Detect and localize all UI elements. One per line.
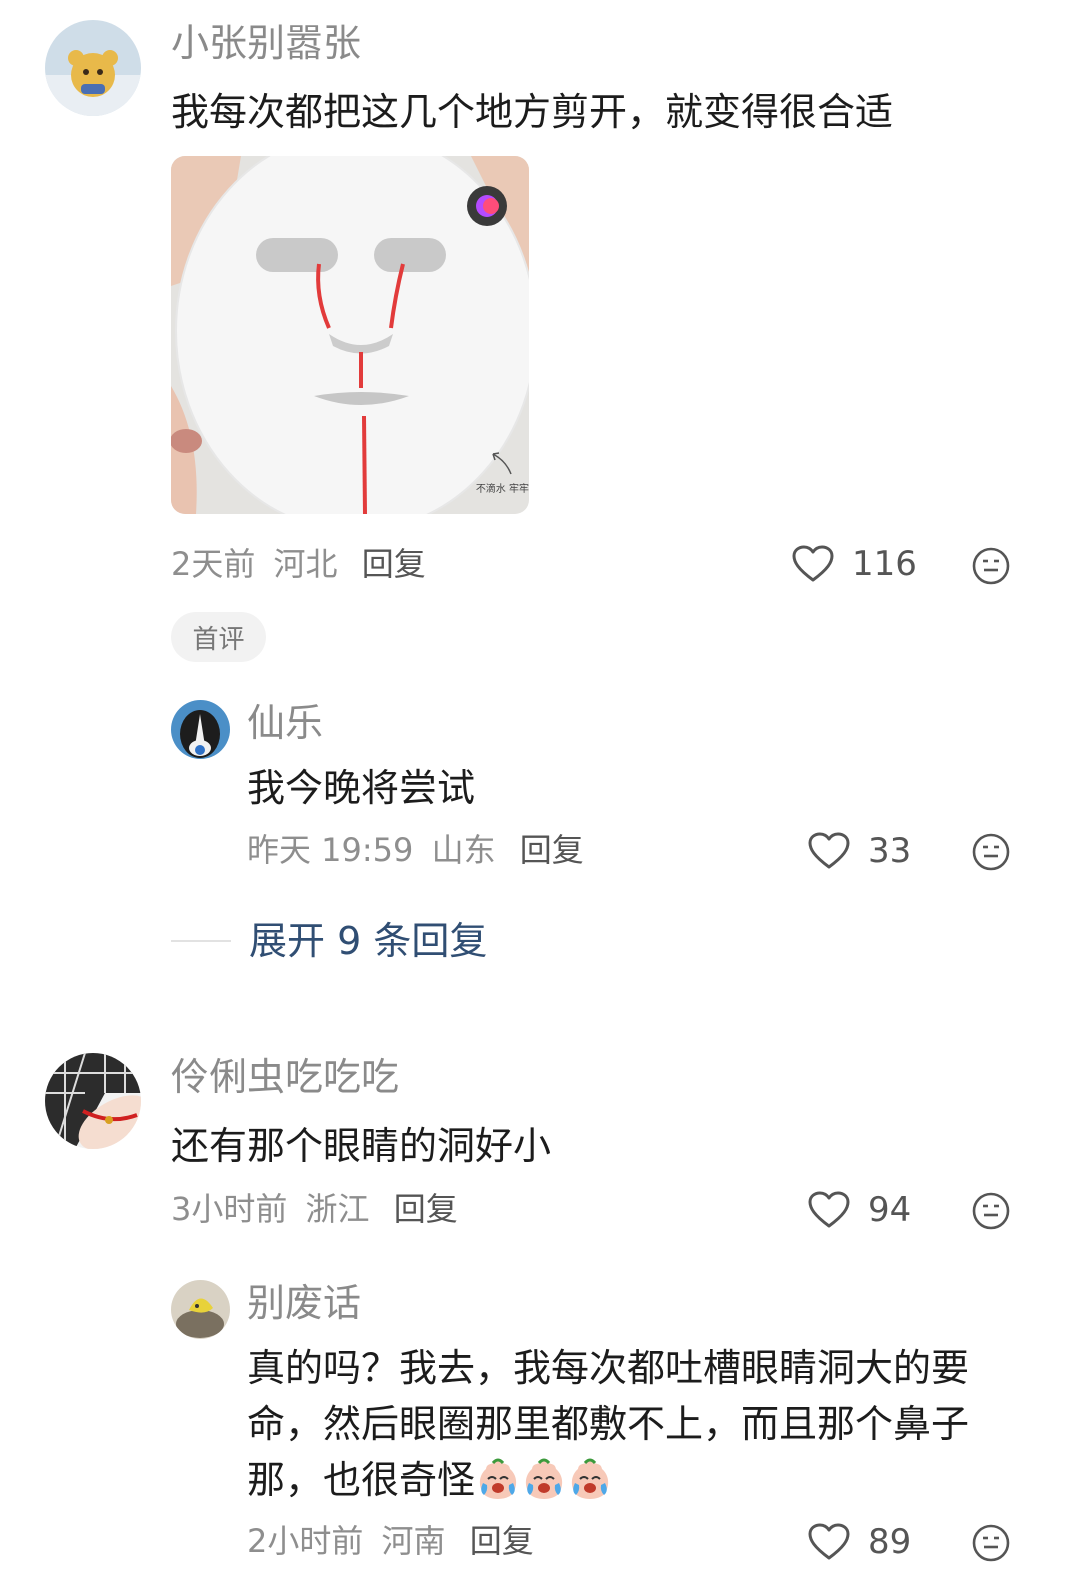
comment-image[interactable]: 不滴水 牢牢: [171, 156, 529, 514]
emoji-group: [475, 1458, 613, 1502]
face-mask-image: [171, 156, 529, 514]
reply-button[interactable]: 回复: [470, 1522, 534, 1560]
expand-replies-button[interactable]: 展开 9 条回复: [171, 922, 487, 960]
crying-emoji: [479, 1458, 517, 1499]
reply-text: 我今晚将尝试: [247, 766, 476, 810]
like-button[interactable]: 116: [792, 545, 917, 583]
comment-meta: 3小时前 浙江 回复: [171, 1193, 458, 1225]
avatar[interactable]: [171, 1280, 230, 1339]
avatar[interactable]: [171, 700, 230, 759]
like-count: 116: [852, 544, 917, 584]
location: 浙江: [305, 1190, 370, 1228]
crying-emoji: [525, 1458, 563, 1499]
avatar[interactable]: [45, 20, 141, 116]
timestamp: 昨天 19:59: [247, 831, 414, 869]
like-button[interactable]: 89: [808, 1523, 911, 1561]
divider-line: [171, 940, 231, 942]
reply-button[interactable]: 回复: [520, 831, 584, 869]
comment-text: 我每次都把这几个地方剪开，就变得很合适: [171, 90, 894, 134]
emoji-reaction-icon[interactable]: [971, 546, 1011, 586]
like-count: 89: [868, 1522, 912, 1562]
emoji-reaction-icon[interactable]: [971, 832, 1011, 872]
like-button[interactable]: 94: [808, 1191, 911, 1229]
reply-text: 真的吗？我去，我每次都吐槽眼睛洞大的要命，然后眼圈那里都敷不上，而且那个鼻子那，…: [247, 1340, 1037, 1508]
expand-replies-label: 展开 9 条回复: [249, 919, 488, 963]
like-button[interactable]: 33: [808, 832, 911, 870]
username[interactable]: 伶俐虫吃吃吃: [171, 1058, 399, 1096]
timestamp: 2小时前: [247, 1522, 364, 1560]
heart-icon: [808, 832, 850, 869]
timestamp: 2天前: [171, 545, 256, 583]
comment-meta: 2天前 河北 回复: [171, 548, 426, 580]
heart-icon: [792, 545, 834, 582]
timestamp: 3小时前: [171, 1190, 288, 1228]
location: 河北: [273, 545, 338, 583]
like-count: 94: [868, 1190, 912, 1230]
reply-meta: 昨天 19:59 山东 回复: [247, 834, 584, 866]
emoji-reaction-icon[interactable]: [971, 1191, 1011, 1231]
username[interactable]: 小张别嚣张: [171, 24, 361, 62]
crying-emoji: [571, 1458, 609, 1499]
like-count: 33: [868, 831, 912, 871]
image-caption: 不滴水 牢牢: [475, 484, 529, 495]
reply-button[interactable]: 回复: [394, 1190, 458, 1228]
comment-text: 还有那个眼睛的洞好小: [171, 1124, 552, 1168]
first-comment-badge: 首评: [171, 612, 266, 662]
location: 河南: [381, 1522, 446, 1560]
reply-meta: 2小时前 河南 回复: [247, 1525, 534, 1557]
reply-button[interactable]: 回复: [362, 545, 426, 583]
username[interactable]: 仙乐: [247, 704, 323, 742]
avatar[interactable]: [45, 1053, 141, 1149]
username[interactable]: 别废话: [247, 1284, 361, 1322]
heart-icon: [808, 1191, 850, 1228]
location: 山东: [431, 831, 496, 869]
emoji-reaction-icon[interactable]: [971, 1523, 1011, 1563]
heart-icon: [808, 1523, 850, 1560]
